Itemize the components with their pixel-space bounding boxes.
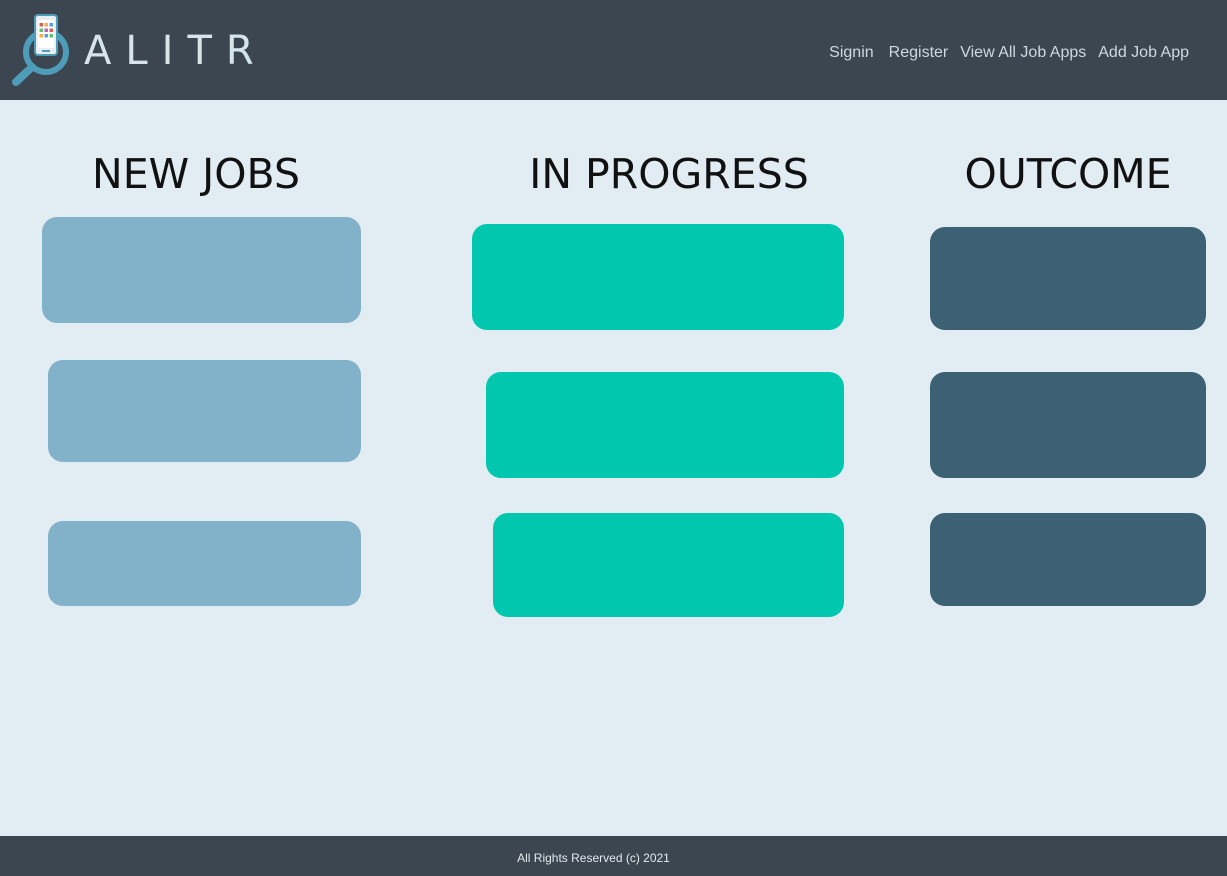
outcome-card[interactable]	[930, 513, 1206, 606]
phone-magnifier-icon[interactable]	[10, 12, 74, 86]
nav-signin[interactable]: Signin	[829, 44, 873, 62]
nav-register[interactable]: Register	[889, 44, 949, 62]
footer-bar: All Rights Reserved (c) 2021	[0, 836, 1227, 876]
nav-view-all-job-apps[interactable]: View All Job Apps	[960, 44, 1086, 62]
nav-add-job-app[interactable]: Add Job App	[1098, 44, 1189, 62]
new-job-card[interactable]	[48, 360, 361, 462]
footer-copyright: All Rights Reserved (c) 2021	[517, 851, 670, 865]
in-progress-card[interactable]	[472, 224, 844, 330]
header-bar: ALITR Signin Register View All Job Apps …	[0, 0, 1227, 100]
column-title-outcome: OUTCOME	[964, 150, 1172, 198]
outcome-card[interactable]	[930, 372, 1206, 478]
column-title-new-jobs: NEW JOBS	[92, 150, 300, 198]
in-progress-card[interactable]	[486, 372, 844, 478]
brand-title[interactable]: ALITR	[84, 28, 268, 74]
new-job-card[interactable]	[42, 217, 361, 323]
outcome-card[interactable]	[930, 227, 1206, 330]
main-nav: Signin Register View All Job Apps Add Jo…	[829, 44, 1189, 62]
new-job-card[interactable]	[48, 521, 361, 606]
in-progress-card[interactable]	[493, 513, 844, 617]
column-title-in-progress: IN PROGRESS	[529, 150, 809, 198]
